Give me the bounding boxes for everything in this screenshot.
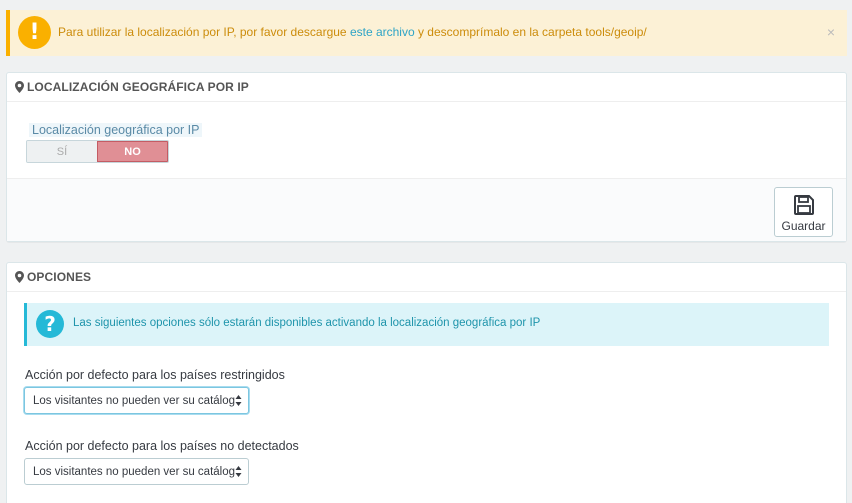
warning-text: Para utilizar la localización por IP, po…: [58, 25, 647, 39]
warning-text-before: Para utilizar la localización por IP, po…: [58, 25, 350, 39]
toggle-yes-option[interactable]: SÍ: [27, 141, 97, 162]
geolocation-panel-title: LOCALIZACIÓN GEOGRÁFICA POR IP: [27, 80, 249, 94]
save-button[interactable]: Guardar: [774, 187, 833, 237]
floppy-disk-icon: [793, 195, 814, 215]
restricted-countries-label: Acción por defecto para los países restr…: [25, 368, 285, 382]
select-arrows-icon: [235, 395, 242, 406]
geolocation-panel: LOCALIZACIÓN GEOGRÁFICA POR IP Localizac…: [6, 72, 847, 242]
geolocation-toggle[interactable]: SÍ NO: [26, 140, 169, 163]
options-panel-heading: OPCIONES: [7, 263, 846, 292]
panel-footer: Guardar: [7, 178, 846, 241]
undetected-countries-label: Acción por defecto para los países no de…: [25, 439, 299, 453]
download-file-link[interactable]: este archivo: [350, 25, 415, 39]
options-panel-title: OPCIONES: [27, 270, 92, 284]
toggle-no-option[interactable]: NO: [97, 141, 168, 162]
question-icon: ?: [36, 310, 64, 338]
options-panel: OPCIONES ? Las siguientes opciones sólo …: [6, 262, 847, 503]
info-text: Las siguientes opciones sólo estarán dis…: [73, 317, 541, 329]
close-icon[interactable]: ×: [827, 25, 835, 39]
geolocation-panel-heading: LOCALIZACIÓN GEOGRÁFICA POR IP: [7, 73, 846, 102]
info-alert: ? Las siguientes opciones sólo estarán d…: [24, 303, 829, 346]
select-arrows-icon: [235, 466, 242, 477]
warning-alert: ! Para utilizar la localización por IP, …: [6, 10, 847, 56]
restricted-countries-value: Los visitantes no pueden ver su catálog: [33, 394, 236, 407]
exclamation-icon: !: [18, 16, 51, 49]
restricted-countries-select[interactable]: Los visitantes no pueden ver su catálog: [24, 387, 249, 414]
warning-text-after: y descomprímalo en la carpeta tools/geoi…: [414, 25, 647, 39]
geolocation-field-label: Localización geográfica por IP: [29, 123, 203, 137]
map-marker-icon: [15, 271, 24, 283]
save-button-label: Guardar: [781, 219, 826, 233]
map-marker-icon: [15, 81, 24, 93]
undetected-countries-select[interactable]: Los visitantes no pueden ver su catálog: [24, 458, 249, 485]
undetected-countries-value: Los visitantes no pueden ver su catálog: [33, 465, 236, 478]
